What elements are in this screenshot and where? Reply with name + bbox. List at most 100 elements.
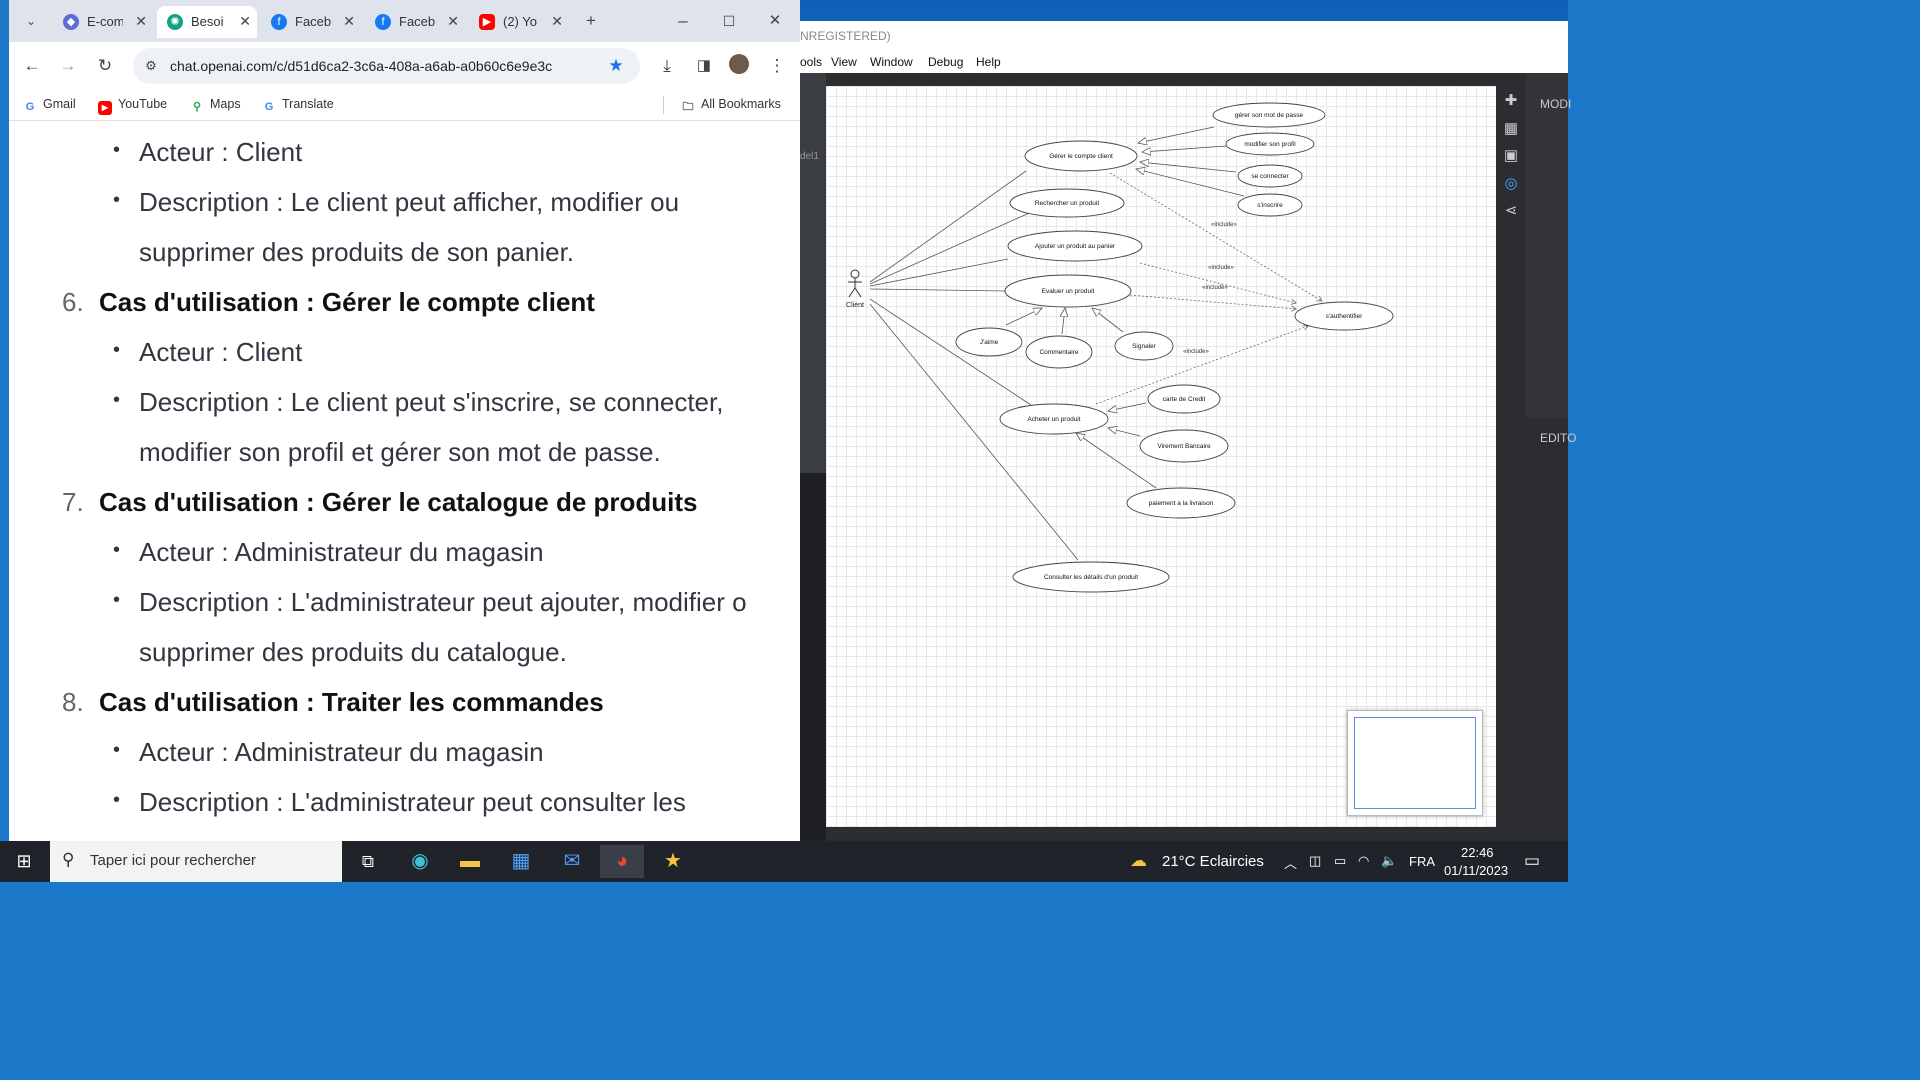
url-text[interactable]: chat.openai.com/c/d51d6ca2-3c6a-408a-a6a…: [170, 58, 552, 74]
extensions-icon[interactable]: ✚: [1501, 91, 1521, 111]
usecase-authentifier[interactable]: s'authentifier: [1326, 313, 1363, 320]
bookmark-divider: [663, 96, 664, 114]
usecase-carte-credit[interactable]: carte de Credit: [1163, 396, 1206, 403]
tab-ecom[interactable]: ◆ E-com ✕: [53, 6, 153, 38]
usecase-signaler[interactable]: Signaler: [1132, 343, 1157, 350]
task-view-icon[interactable]: ⧉: [346, 845, 390, 878]
clock-time[interactable]: 22:46: [1461, 845, 1494, 860]
all-bookmarks-label: All Bookmarks: [701, 97, 781, 111]
mail-icon[interactable]: ✉: [550, 845, 594, 878]
menu-window[interactable]: Window: [870, 55, 913, 69]
reload-icon[interactable]: ↻: [93, 54, 117, 78]
menu-tools[interactable]: ools: [800, 55, 822, 69]
text-line: Description : Le client peut s'inscrire,…: [139, 387, 724, 417]
diagram-minimap[interactable]: [1347, 710, 1483, 816]
actor-client[interactable]: [848, 269, 862, 298]
tray-chevron-icon[interactable]: ︿: [1284, 853, 1297, 872]
menu-icon[interactable]: ⋮: [765, 54, 789, 78]
usecase-shapes: [955, 102, 1394, 593]
usecase-commentaire[interactable]: Commentaire: [1039, 349, 1078, 356]
store-icon[interactable]: ▦: [499, 845, 543, 878]
usecase-jaime[interactable]: J'aime: [980, 339, 999, 346]
file-explorer-icon[interactable]: ▬: [448, 845, 492, 878]
layout-icon[interactable]: ▦: [1501, 119, 1521, 139]
usecase-evaluer[interactable]: Evaluer un produit: [1042, 288, 1095, 295]
model-tab[interactable]: del1: [800, 151, 826, 171]
maximize-icon[interactable]: ☐: [717, 9, 741, 33]
share-icon[interactable]: ⋖: [1501, 201, 1521, 221]
weather-text[interactable]: 21°C Eclaircies: [1162, 853, 1264, 870]
bookmark-gmail[interactable]: G Gmail: [23, 97, 76, 114]
model-explorer-panel: del1: [800, 73, 826, 841]
close-icon[interactable]: ✕: [551, 13, 563, 30]
minimize-icon[interactable]: –: [671, 9, 695, 33]
chrome-icon[interactable]: ◕: [600, 845, 644, 878]
staruml-title-text: NREGISTERED): [800, 29, 891, 43]
bookmark-youtube[interactable]: ▶ YouTube: [98, 97, 167, 115]
tab-youtube[interactable]: ▶ (2) Yo ✕: [469, 6, 569, 38]
close-icon[interactable]: ✕: [447, 13, 459, 30]
language-indicator[interactable]: FRA: [1409, 854, 1435, 869]
site-info-icon[interactable]: ⚙: [139, 54, 163, 78]
avatar[interactable]: [729, 54, 749, 74]
edge-icon[interactable]: ◉: [398, 845, 442, 878]
taskbar-search[interactable]: ⚲ Taper ici pour rechercher: [50, 841, 342, 882]
download-icon[interactable]: ⤓: [655, 54, 679, 78]
minimap-viewport[interactable]: [1354, 717, 1476, 809]
usecase-rechercher[interactable]: Rechercher un produit: [1035, 200, 1100, 207]
bookmark-translate[interactable]: G Translate: [262, 97, 334, 114]
text-line: Description : L'administrateur peut ajou…: [139, 587, 747, 617]
bookmark-star-icon[interactable]: ★: [604, 54, 628, 78]
openai-icon: ✺: [167, 14, 183, 30]
close-icon[interactable]: ✕: [343, 13, 355, 30]
usecase-acheter[interactable]: Acheter un produit: [1027, 416, 1080, 423]
usecase-paiement-livraison[interactable]: paiement a la livraison: [1149, 500, 1214, 507]
close-icon[interactable]: ✕: [239, 13, 251, 30]
close-icon[interactable]: ✕: [135, 13, 147, 30]
usecase-modifier-profil[interactable]: modifier son profil: [1244, 141, 1296, 148]
text-line: modifier son profil et gérer son mot de …: [139, 437, 661, 467]
weather-icon[interactable]: ☁: [1130, 851, 1147, 871]
clock-date[interactable]: 01/11/2023: [1444, 863, 1508, 878]
battery-icon[interactable]: ▭: [1334, 853, 1346, 869]
windows-start-icon[interactable]: ⊞: [2, 845, 46, 878]
tab-search-icon[interactable]: ⌄: [19, 9, 43, 33]
tab-chatgpt[interactable]: ✺ Besoi ✕: [157, 6, 257, 38]
tab-facebook-1[interactable]: f Faceb ✕: [261, 6, 361, 38]
window-close-icon[interactable]: ✕: [763, 9, 787, 33]
volume-icon[interactable]: 🔈: [1381, 853, 1397, 869]
usecase-virement[interactable]: Virement Bancaire: [1157, 443, 1211, 450]
side-panel-icon[interactable]: ◨: [692, 54, 716, 78]
all-bookmarks[interactable]: 🗀 All Bookmarks: [681, 97, 781, 114]
tab-facebook-2[interactable]: f Faceb ✕: [365, 6, 465, 38]
usecase-inscrire[interactable]: s'inscrire: [1257, 202, 1283, 209]
forward-icon[interactable]: →: [56, 54, 80, 78]
search-placeholder: Taper ici pour rechercher: [90, 852, 256, 869]
new-tab-icon[interactable]: +: [579, 9, 603, 33]
usecase-consulter-details[interactable]: Consulter les détails d'un produit: [1044, 574, 1138, 581]
list-number: 7.: [62, 487, 84, 517]
tab-label: E-com: [87, 14, 123, 29]
back-icon[interactable]: ←: [20, 54, 44, 78]
menu-view[interactable]: View: [831, 55, 857, 69]
menu-help[interactable]: Help: [976, 55, 1001, 69]
wifi-icon[interactable]: ◠: [1358, 853, 1369, 869]
staruml-icon[interactable]: ★: [651, 845, 695, 878]
usecase-gerer-mot-de-passe[interactable]: gérer son mot de passe: [1235, 112, 1304, 119]
address-bar[interactable]: ⚙ chat.openai.com/c/d51d6ca2-3c6a-408a-a…: [133, 48, 640, 84]
markdown-icon[interactable]: ▣: [1501, 146, 1521, 166]
section-heading: Cas d'utilisation : Gérer le compte clie…: [99, 287, 595, 317]
notifications-icon[interactable]: ▭: [1524, 851, 1540, 871]
bullet: •: [113, 189, 121, 211]
navigator-icon[interactable]: ◎: [1501, 174, 1521, 194]
chat-content: • Acteur : Client • Description : Le cli…: [9, 121, 800, 841]
meet-icon[interactable]: ◫: [1309, 853, 1321, 869]
text-line: Description : L'administrateur peut cons…: [139, 787, 686, 817]
translate-icon: G: [264, 101, 274, 113]
usecase-ajouter-panier[interactable]: Ajouter un produit au panier: [1035, 243, 1116, 250]
bookmark-label: Maps: [210, 97, 241, 111]
menu-debug[interactable]: Debug: [928, 55, 963, 69]
usecase-se-connecter[interactable]: se connecter: [1251, 173, 1289, 180]
bookmark-maps[interactable]: ⚲ Maps: [190, 97, 241, 114]
usecase-gerer-compte[interactable]: Gérer le compte client: [1049, 153, 1113, 160]
